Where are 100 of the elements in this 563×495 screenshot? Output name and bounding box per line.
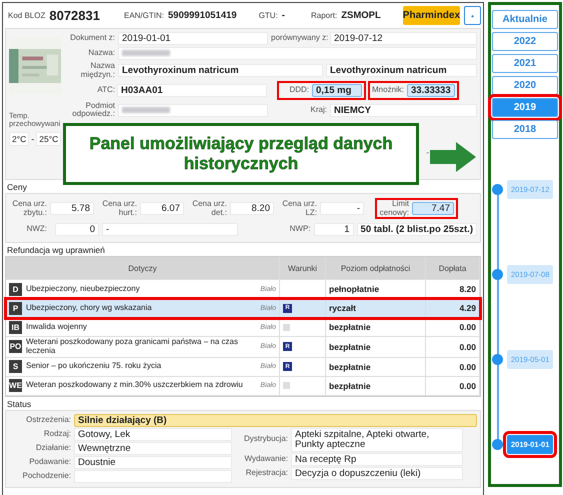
text-field[interactable]: 50 tabl. (2 blist.po 25szt.) <box>356 222 477 236</box>
text-field[interactable]: - <box>320 202 364 215</box>
text-field[interactable]: Gotowy, Lek <box>74 428 232 441</box>
text-field[interactable]: 0,15 mg <box>312 84 362 97</box>
callout-text: Panel umożliwiający przegląd danych historycznych <box>63 123 419 185</box>
section-title: Ceny <box>7 182 28 192</box>
category-name: Weterani poszkodowany poza granicami państwa – na czas leczenia <box>26 337 239 357</box>
text-field[interactable]: 8.20 <box>230 202 274 215</box>
timeline-dot <box>492 184 503 195</box>
like-button[interactable] <box>464 6 482 25</box>
year-button[interactable]: Aktualnie <box>492 10 558 29</box>
level-text: ryczałt <box>329 303 356 313</box>
category-badge: IB <box>9 320 22 334</box>
text-field[interactable] <box>118 104 268 117</box>
temperature-field[interactable]: 25°C <box>36 132 62 146</box>
text-field[interactable]: Levothyroxinum natricum <box>326 64 477 77</box>
field-label: Wydawanie: <box>243 454 288 464</box>
field-label: Kraj: <box>310 106 327 115</box>
separator-text: - <box>426 149 429 158</box>
text-field[interactable]: H03AA01 <box>117 84 267 97</box>
ean-label: EAN/GTIN: <box>124 11 164 20</box>
ean-value: 5909991051419 <box>168 10 237 21</box>
payment-value: 0.00 <box>459 380 476 391</box>
field-label: porównywany z: <box>271 34 327 43</box>
level-text: bezpłatnie <box>329 362 371 372</box>
category-badge: WE <box>9 379 22 392</box>
field-label: NWP: <box>288 224 311 234</box>
section-title: Refundacja wg uprawnień <box>7 245 106 255</box>
timeline-dot <box>492 354 503 365</box>
text-field[interactable]: Decyzja o dopuszczeniu (leki) <box>291 466 463 480</box>
field-label: Podawanie: <box>28 458 71 466</box>
category-name: Inwalida wojenny <box>26 322 88 332</box>
payment-value: 0.00 <box>459 362 476 372</box>
arrow-icon <box>430 142 476 172</box>
category-name: Ubezpieczony, nieubezpieczony <box>26 284 141 294</box>
field-label: Rodzaj: <box>42 430 71 438</box>
payment-value: 0.00 <box>459 342 476 352</box>
timeline-dot <box>492 439 503 450</box>
category-name: Senior – po ukończeniu 75. roku życia <box>26 361 162 372</box>
level-text: bezpłatnie <box>329 322 371 332</box>
section-title: Status <box>7 398 32 409</box>
payment-value: 0.00 <box>459 322 476 332</box>
gtu-value: - <box>282 10 285 21</box>
text-field[interactable]: Wewnętrzne <box>74 442 232 455</box>
text-field[interactable]: NIEMCY <box>330 104 477 117</box>
field-label: Nazwa międzyn.: <box>80 62 115 79</box>
field-label: Cena urz. zbytu.: <box>11 200 47 217</box>
report-value: ZSMOPL <box>341 10 381 21</box>
text-field[interactable]: - <box>102 222 238 236</box>
field-label: Podmiot odpowiedz.: <box>71 102 115 119</box>
category-name: Weteran poszkodowany z min.30% uszczerbkiem na zdrowiu <box>26 380 244 391</box>
bloz-label: Kod BLOZ <box>8 11 46 20</box>
text-field[interactable]: Apteki szpitalne, Apteki otwarte, Punkty apteczne <box>291 428 463 452</box>
level-text: bezpłatnie <box>329 342 371 352</box>
column-header: Dotyczy <box>6 257 280 279</box>
gtu-label: GTU: <box>258 11 278 20</box>
timeline-dot <box>492 269 503 280</box>
year-button[interactable]: 2020 <box>492 76 558 95</box>
text-field[interactable]: 2019-07-12 <box>330 32 477 45</box>
field-label: Pochodzenie: <box>22 472 71 480</box>
text-field[interactable]: 7.47 <box>412 202 454 215</box>
field-label: Działanie: <box>34 444 71 452</box>
text-field[interactable]: Doustnie <box>74 456 232 469</box>
column-header: Warunki <box>280 257 326 279</box>
text-field[interactable]: 2019-01-01 <box>118 32 268 45</box>
text-field[interactable]: Levothyroxinum natricum <box>118 64 323 77</box>
field-label: Dystrybucja: <box>242 435 288 444</box>
category-badge: D <box>9 282 22 296</box>
text-field[interactable] <box>118 47 477 60</box>
condition-icon <box>283 324 290 330</box>
field-label: Rejestracja: <box>244 468 288 478</box>
field-label: Dokument z: <box>69 34 115 43</box>
category-badge: P <box>9 302 22 314</box>
report-label: Raport: <box>310 11 338 20</box>
text-field[interactable]: 6.07 <box>140 202 184 215</box>
category-badge: S <box>9 360 22 374</box>
level-text: bezpłatnie <box>329 380 371 391</box>
year-button[interactable]: 2021 <box>492 54 558 73</box>
text-field[interactable]: 1 <box>314 222 354 236</box>
text-field[interactable]: Silnie działający (B) <box>74 414 477 427</box>
text-field[interactable]: Na receptę Rp <box>291 452 463 466</box>
category-name: Ubezpieczony, chory wg wskazania <box>26 302 153 314</box>
temperature-field[interactable]: 2°C <box>9 132 30 146</box>
year-button[interactable]: 2018 <box>492 120 558 139</box>
text-field[interactable]: 5.78 <box>50 202 94 215</box>
payment-value: 4.29 <box>459 303 476 313</box>
year-button[interactable]: 2022 <box>492 32 558 51</box>
separator-text: - <box>31 134 34 144</box>
field-label: Nazwa: <box>87 49 115 58</box>
level-text: pełnopłatnie <box>329 284 380 294</box>
field-label: Mnożnik: <box>372 86 404 95</box>
field-label: DDD: <box>288 86 309 95</box>
field-label: ATC: <box>96 86 115 95</box>
field-label: Cena urz. hurt.: <box>101 200 137 217</box>
pharmindex-button[interactable]: Pharmindex <box>402 6 460 25</box>
text-field[interactable]: 33.33333 <box>407 84 455 97</box>
payment-value: 8.20 <box>459 284 476 294</box>
field-label: Cena urz. LZ: <box>281 200 317 217</box>
text-field[interactable]: 0 <box>55 222 99 236</box>
category-badge: PO <box>9 340 22 354</box>
